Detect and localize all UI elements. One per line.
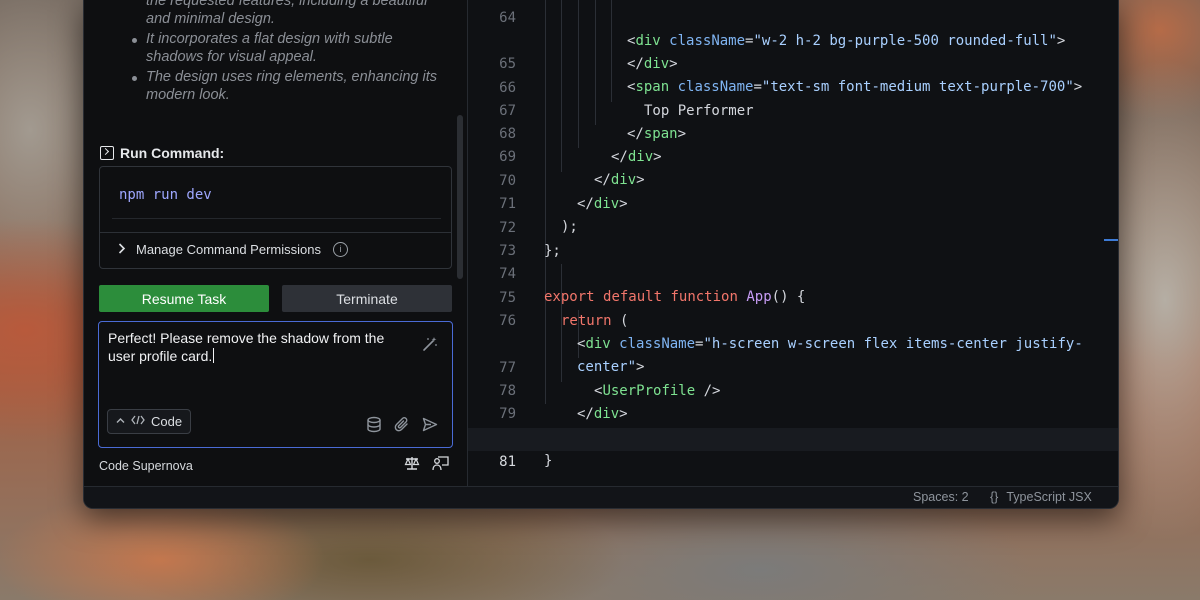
chevron-right-icon	[118, 242, 128, 257]
code-line: </div>	[468, 7, 1118, 72]
chat-scrollbar[interactable]	[457, 115, 463, 279]
code-line: 76 <div className="h-screen w-screen fle…	[468, 287, 1118, 352]
command-box: npm run dev Manage Command Permissions i	[99, 166, 452, 269]
scroll-position-marker	[1104, 239, 1118, 241]
code-line: 66 Top Performer	[468, 54, 1118, 119]
text-caret	[213, 347, 215, 363]
send-icon[interactable]	[422, 417, 438, 437]
bullet-text: the requested features, including a beau…	[146, 0, 428, 27]
code-line: 68 </div>	[468, 100, 1118, 165]
footer-actions	[404, 456, 449, 476]
magic-wand-icon[interactable]	[422, 336, 438, 357]
code-editor[interactable]: 64 <div className="w-2 h-2 bg-purple-500…	[468, 0, 1118, 486]
braces-icon: {}	[990, 490, 999, 504]
code-line: 69 </div>	[468, 123, 1118, 188]
code-line: 78 </div>	[468, 357, 1118, 422]
divider	[112, 218, 441, 219]
app-window: the requested features, including a beau…	[83, 0, 1119, 509]
line-number: 81	[499, 454, 516, 470]
message-input[interactable]: Perfect! Please remove the shadow from t…	[98, 321, 453, 448]
code-brackets-icon	[131, 415, 145, 428]
paperclip-icon[interactable]	[394, 416, 410, 438]
code-line: 73	[468, 217, 1118, 259]
bullet-dot-icon	[132, 38, 137, 43]
indentation-status[interactable]: Spaces: 2	[913, 490, 969, 504]
list-item: It incorporates a flat design with subtl…	[128, 31, 438, 66]
divider	[100, 232, 451, 233]
mode-label: Code	[151, 414, 183, 429]
resume-task-button[interactable]: Resume Task	[99, 285, 269, 312]
presentation-icon[interactable]	[432, 456, 449, 476]
code-line: center">	[468, 310, 1118, 375]
code-line: 67 </span>	[468, 77, 1118, 142]
code-line: 75 return (	[468, 264, 1118, 329]
manage-permissions-toggle[interactable]: Manage Command Permissions i	[118, 242, 348, 257]
assistant-message-bullets: the requested features, including a beau…	[128, 0, 438, 107]
input-actions	[366, 416, 438, 438]
bullet-text: It incorporates a flat design with subtl…	[146, 31, 393, 65]
bullet-text: The design uses ring elements, enhancing…	[146, 69, 437, 103]
chevron-up-icon	[116, 416, 125, 427]
list-item: The design uses ring elements, enhancing…	[128, 69, 438, 104]
current-code-line[interactable]: 81	[468, 428, 1118, 470]
terminate-button[interactable]: Terminate	[282, 285, 452, 312]
command-text: npm run dev	[119, 187, 212, 203]
manage-permissions-label: Manage Command Permissions	[136, 242, 321, 257]
scale-icon[interactable]	[404, 456, 420, 476]
chat-panel: the requested features, including a beau…	[84, 0, 468, 486]
code-line: 64 <div className="w-2 h-2 bg-purple-500…	[468, 0, 1118, 49]
model-label: Code Supernova	[99, 459, 193, 473]
code-line: 74 export default function App() {	[468, 240, 1118, 305]
database-icon[interactable]	[366, 416, 382, 438]
mode-selector[interactable]: Code	[107, 409, 192, 434]
code-line: 72 };	[468, 194, 1118, 259]
language-label: TypeScript JSX	[1006, 490, 1092, 504]
message-input-text[interactable]: Perfect! Please remove the shadow from t…	[108, 330, 408, 365]
code-line: 70 </div>	[468, 147, 1118, 212]
info-icon[interactable]: i	[332, 242, 348, 257]
code-line: 80 }	[468, 404, 1118, 469]
code-line: 65 <span className="text-sm font-medium …	[468, 30, 1118, 95]
language-mode[interactable]: {} TypeScript JSX	[990, 490, 1092, 504]
list-item: the requested features, including a beau…	[128, 0, 438, 28]
bullet-dot-icon	[132, 76, 137, 81]
terminal-icon	[100, 146, 114, 160]
code-line: 79 );	[468, 380, 1118, 445]
run-command-label: Run Command:	[120, 145, 225, 161]
status-bar: Spaces: 2 {} TypeScript JSX	[84, 486, 1118, 508]
code-line: 77 <UserProfile />	[468, 334, 1118, 399]
run-command-header: Run Command:	[100, 145, 224, 161]
message-input-value: Perfect! Please remove the shadow from t…	[108, 330, 385, 364]
line-code: }	[544, 453, 553, 469]
code-line: 71 );	[468, 170, 1118, 235]
